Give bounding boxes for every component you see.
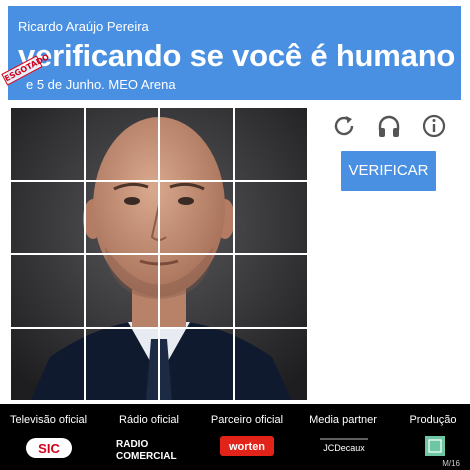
radio-comercial-logo: RADIO COMERCIAL [114,436,186,462]
svg-text:RADIO: RADIO [116,439,148,450]
footer-label-producao: Produção [409,414,457,426]
footer-label-media: Media partner [309,414,377,426]
tile-2-3[interactable] [159,180,234,254]
svg-text:JCDecaux: JCDecaux [323,443,365,453]
tile-4-2[interactable] [84,327,159,401]
header-date: e 5 de Junho. MEO Arena [26,77,176,92]
tile-1-1[interactable] [10,107,85,181]
age-rating: M/16 [442,459,460,468]
svg-text:COMERCIAL: COMERCIAL [116,451,177,462]
tile-grid [10,107,308,401]
producao-logo [425,436,445,456]
tile-3-4[interactable] [233,254,308,328]
captcha-image [10,107,308,401]
tile-1-3[interactable] [159,107,234,181]
tile-3-1[interactable] [10,254,85,328]
footer-label-partner: Parceiro oficial [210,414,284,426]
tile-2-2[interactable] [84,180,159,254]
footer-label-tv: Televisão oficial [10,414,88,426]
footer-label-radio: Rádio oficial [119,414,179,426]
captcha-header: Ricardo Araújo Pereira verificando se vo… [8,6,461,100]
captcha-card: Ricardo Araújo Pereira verificando se vo… [0,0,470,404]
tile-4-1[interactable] [10,327,85,401]
tile-3-3[interactable] [159,254,234,328]
header-subtitle: Ricardo Araújo Pereira [18,19,149,34]
tile-3-2[interactable] [84,254,159,328]
tile-2-1[interactable] [10,180,85,254]
tile-2-4[interactable] [233,180,308,254]
refresh-icon[interactable] [331,113,357,139]
tile-4-3[interactable] [159,327,234,401]
tile-1-4[interactable] [233,107,308,181]
svg-text:worten: worten [228,441,265,453]
jcdecaux-logo: JCDecaux [318,436,370,456]
info-icon[interactable] [421,113,447,139]
sic-logo: SIC [24,436,74,460]
worten-logo: worten [220,436,274,456]
tile-1-2[interactable] [84,107,159,181]
sponsor-footer: Televisão oficial Rádio oficial Parceiro… [0,404,470,470]
headphones-icon[interactable] [376,113,402,139]
verify-button[interactable]: VERIFICAR [341,151,436,191]
header-title: verificando se você é humano [18,38,456,73]
tile-4-4[interactable] [233,327,308,401]
svg-text:SIC: SIC [38,441,60,456]
